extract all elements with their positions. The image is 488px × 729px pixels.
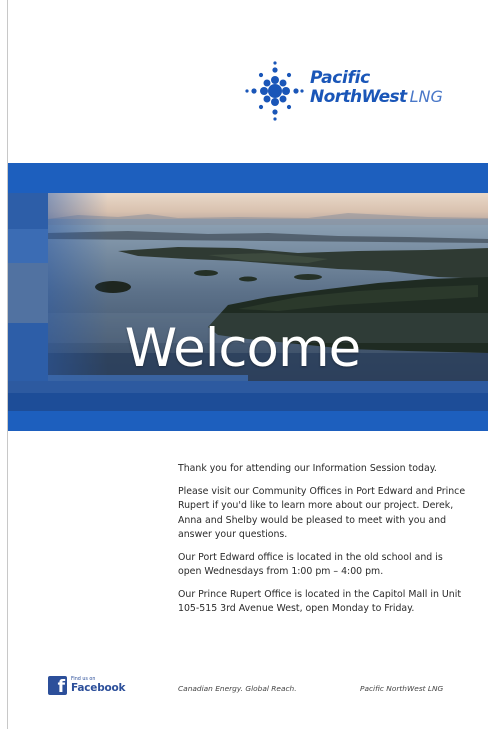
logo-lng-text: LNG [409, 87, 443, 106]
footer-tagline: Canadian Energy. Global Reach. [178, 684, 297, 693]
body-copy: Thank you for attending our Information … [178, 462, 468, 625]
thank-you-paragraph: Thank you for attending our Information … [178, 463, 437, 474]
banner-top-band [8, 163, 488, 193]
logo-wordmark: Pacific NorthWest LNG [310, 70, 443, 106]
dot-cluster-icon [245, 61, 304, 121]
company-logo: Pacific NorthWest LNG [244, 60, 464, 126]
footer-brand-name: Pacific NorthWest LNG [360, 684, 444, 693]
facebook-badge[interactable]: f Find us on Facebook [48, 676, 138, 698]
logo-line-pacific: Pacific [310, 68, 370, 88]
banner-bottom-band [8, 411, 488, 431]
welcome-banner: Welcome [8, 163, 488, 431]
welcome-heading: Welcome [124, 318, 361, 379]
prince-rupert-paragraph: Our Prince Rupert Office is located in t… [178, 588, 462, 615]
community-offices-paragraph: Please visit our Community Offices in Po… [178, 485, 466, 541]
logo-line-northwest: NorthWest LNG [310, 89, 443, 106]
facebook-label: Facebook [71, 682, 126, 694]
information-flyer: Pacific NorthWest LNG Welcome Thank you … [7, 0, 488, 729]
logo-northwest-text: NorthWest [310, 87, 407, 107]
port-edward-paragraph: Our Port Edward office is located in the… [178, 551, 443, 578]
banner-photo-frame: Welcome [8, 193, 488, 411]
facebook-icon: f [48, 676, 67, 695]
